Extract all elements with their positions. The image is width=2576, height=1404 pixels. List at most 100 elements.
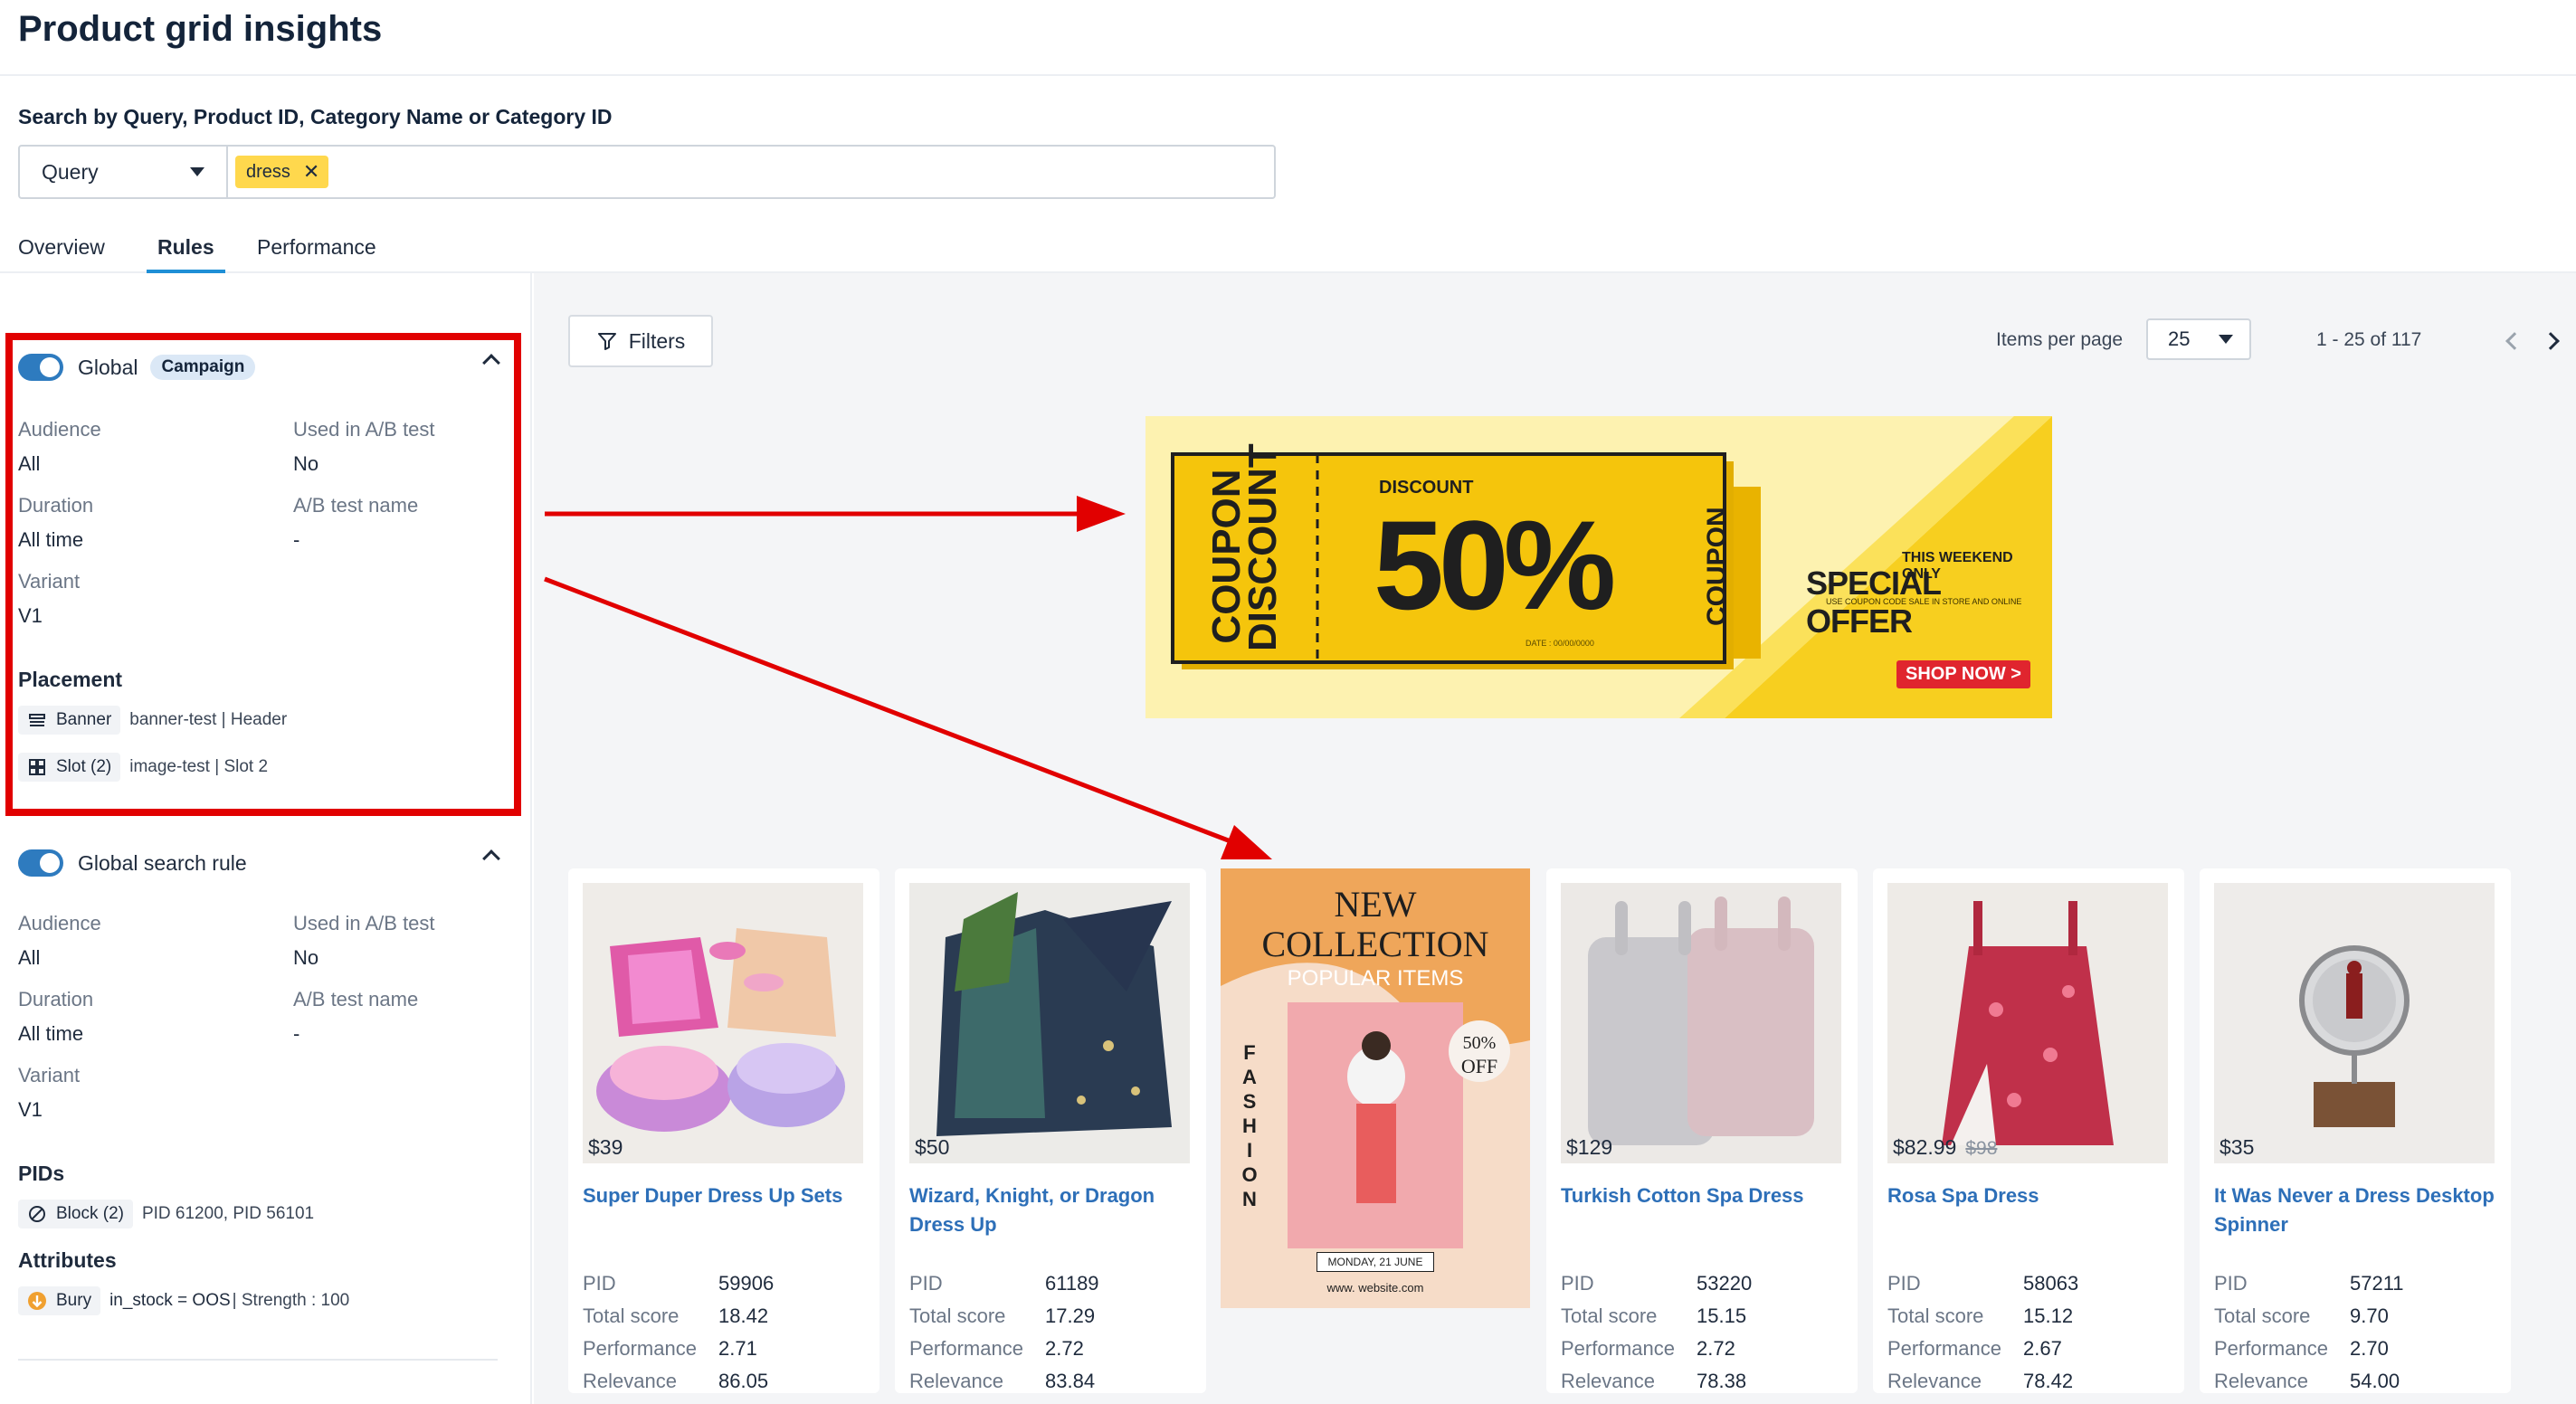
ab-name-field: A/B test name - xyxy=(293,988,419,1045)
product-metrics: PID 53220 Total score 15.15 Performance 2.7… xyxy=(1561,1272,1752,1402)
promo-slot-image[interactable]: NEW COLLECTION POPULAR ITEMS FASHION 50%… xyxy=(1221,868,1530,1308)
bury-tag: Bury xyxy=(18,1286,101,1315)
ab-test-field: Used in A/B test No xyxy=(293,912,435,969)
coupon-vertical-text: COUPON DISCOUNT xyxy=(1204,443,1285,651)
product-price: $35 xyxy=(2220,1135,2255,1159)
product-image[interactable]: $82.99 $98 xyxy=(1887,883,2168,1163)
total-score-value: 15.15 xyxy=(1697,1304,1747,1327)
attributes-row: Bury in_stock = OOS | Strength : 100 xyxy=(18,1286,349,1315)
promo-off-pct: 50% xyxy=(1462,1033,1497,1053)
product-image[interactable]: $50 xyxy=(909,883,1190,1163)
shop-now-button[interactable]: SHOP NOW > xyxy=(1896,660,2030,688)
relevance-value: 86.05 xyxy=(718,1370,769,1392)
promo-popular: POPULAR ITEMS xyxy=(1287,966,1464,991)
product-image[interactable]: $35 xyxy=(2214,883,2495,1163)
total-score-value: 9.70 xyxy=(2350,1304,2389,1327)
search-label: Search by Query, Product ID, Category Na… xyxy=(18,105,613,128)
relevance-value: 78.38 xyxy=(1697,1370,1747,1392)
product-price: $129 xyxy=(1566,1135,1613,1159)
block-icon xyxy=(29,1206,45,1222)
caret-down-icon xyxy=(2219,335,2233,344)
total-score-value: 17.29 xyxy=(1045,1304,1096,1327)
search-input[interactable]: dress ✕ xyxy=(228,147,1274,197)
product-price: $82.99 $98 xyxy=(1893,1135,1998,1159)
pid-value: 59906 xyxy=(718,1272,775,1295)
performance-value: 2.71 xyxy=(718,1337,757,1360)
product-grid-area: Filters Items per page 25 1 - 25 of 117 … xyxy=(534,273,2576,1404)
divider xyxy=(18,1359,498,1361)
filters-button[interactable]: Filters xyxy=(568,315,713,367)
pids-title: PIDs xyxy=(18,1162,65,1185)
product-image[interactable]: $39 xyxy=(583,883,863,1163)
coupon-date: DATE : 00/00/0000 xyxy=(1526,639,1594,648)
total-score-value: 18.42 xyxy=(718,1304,769,1327)
chevron-right-icon[interactable] xyxy=(2542,332,2560,350)
rule-toggle[interactable] xyxy=(18,849,63,877)
page-title: Product grid insights xyxy=(18,9,383,49)
close-icon[interactable]: ✕ xyxy=(303,162,319,182)
product-metrics: PID 61189 Total score 17.29 Performance 2.7… xyxy=(909,1272,1099,1402)
tab-overview[interactable]: Overview xyxy=(18,235,105,273)
items-per-page-label: Items per page xyxy=(1996,329,2124,350)
performance-value: 2.70 xyxy=(2350,1337,2389,1360)
product-price: $50 xyxy=(915,1135,950,1159)
page-header: Product grid insights xyxy=(0,0,2576,76)
desktop-spinner-image xyxy=(2214,883,2495,1163)
chip-label: dress xyxy=(246,161,290,182)
product-price: $39 xyxy=(588,1135,623,1159)
pid-value: 53220 xyxy=(1697,1272,1753,1295)
highlight-box xyxy=(5,333,521,816)
pid-value: 61189 xyxy=(1045,1272,1099,1295)
original-price: $98 xyxy=(1965,1138,1998,1159)
bury-icon xyxy=(28,1292,46,1310)
promo-site: www. website.com xyxy=(1326,1281,1424,1295)
relevance-value: 78.42 xyxy=(2023,1370,2074,1392)
rule-card-global-search: Global search rule xyxy=(18,843,500,883)
performance-value: 2.72 xyxy=(1697,1337,1735,1360)
coupon-side-text: COUPON xyxy=(1702,507,1732,626)
product-card[interactable]: $35 It Was Never a Dress Desktop Spinner… xyxy=(2200,868,2511,1393)
pid-value: 58063 xyxy=(2023,1272,2079,1295)
tab-bar: Overview Rules Performance xyxy=(0,228,2576,273)
pid-value: 57211 xyxy=(2350,1272,2404,1295)
product-card[interactable]: $129 Turkish Cotton Spa Dress PID 53220 T… xyxy=(1546,868,1858,1393)
product-name-link[interactable]: Rosa Spa Dress xyxy=(1887,1181,2177,1210)
product-card[interactable]: $82.99 $98 Rosa Spa Dress PID 58063 Total … xyxy=(1873,868,2184,1393)
discount-value: 50% xyxy=(1374,494,1616,636)
product-metrics: PID 57211 Total score 9.70 Performance 2.70… xyxy=(2214,1272,2404,1402)
pagination-range: 1 - 25 of 117 xyxy=(2316,329,2422,350)
caret-down-icon xyxy=(190,167,204,176)
relevance-value: 83.84 xyxy=(1045,1370,1096,1392)
block-tag: Block (2) xyxy=(18,1200,133,1228)
chevron-up-icon[interactable] xyxy=(482,849,500,868)
promo-new: NEW xyxy=(1334,884,1417,925)
rule-name: Global search rule xyxy=(78,850,247,875)
pids-row: Block (2) PID 61200, PID 56101 xyxy=(18,1200,314,1228)
tab-rules[interactable]: Rules xyxy=(147,235,225,273)
product-card[interactable]: $39 Super Duper Dress Up Sets PID 59906 T… xyxy=(568,868,879,1393)
filter-icon xyxy=(597,333,616,350)
campaign-banner[interactable]: COUPON DISCOUNT DISCOUNT 50% COUPON DATE… xyxy=(1145,416,2052,718)
chevron-left-icon[interactable] xyxy=(2505,332,2524,350)
variant-field: Variant V1 xyxy=(18,1064,81,1121)
product-metrics: PID 59906 Total score 18.42 Performance 2.7… xyxy=(583,1272,774,1402)
product-name-link[interactable]: Turkish Cotton Spa Dress xyxy=(1561,1181,1850,1210)
dress-up-set-image xyxy=(583,883,863,1163)
product-name-link[interactable]: It Was Never a Dress Desktop Spinner xyxy=(2214,1181,2504,1239)
tab-performance[interactable]: Performance xyxy=(257,235,376,273)
promo-off: OFF xyxy=(1460,1055,1498,1077)
product-image[interactable]: $129 xyxy=(1561,883,1841,1163)
total-score-value: 15.12 xyxy=(2023,1304,2074,1327)
wizard-costume-image xyxy=(909,883,1190,1163)
product-name-link[interactable]: Wizard, Knight, or Dragon Dress Up xyxy=(909,1181,1199,1239)
search-type-select[interactable]: Query xyxy=(20,147,228,197)
product-card[interactable]: $50 Wizard, Knight, or Dragon Dress Up P… xyxy=(895,868,1206,1393)
promo-fashion-vertical: FASHION xyxy=(1241,1041,1258,1210)
promo-collection: COLLECTION xyxy=(1261,924,1489,964)
attribute-strength: | Strength : 100 xyxy=(232,1291,350,1310)
product-metrics: PID 58063 Total score 15.12 Performance 2.6… xyxy=(1887,1272,2078,1402)
items-per-page-select[interactable]: 25 xyxy=(2146,318,2251,360)
pids-detail: PID 61200, PID 56101 xyxy=(141,1204,315,1223)
attributes-title: Attributes xyxy=(18,1248,117,1272)
product-name-link[interactable]: Super Duper Dress Up Sets xyxy=(583,1181,872,1210)
